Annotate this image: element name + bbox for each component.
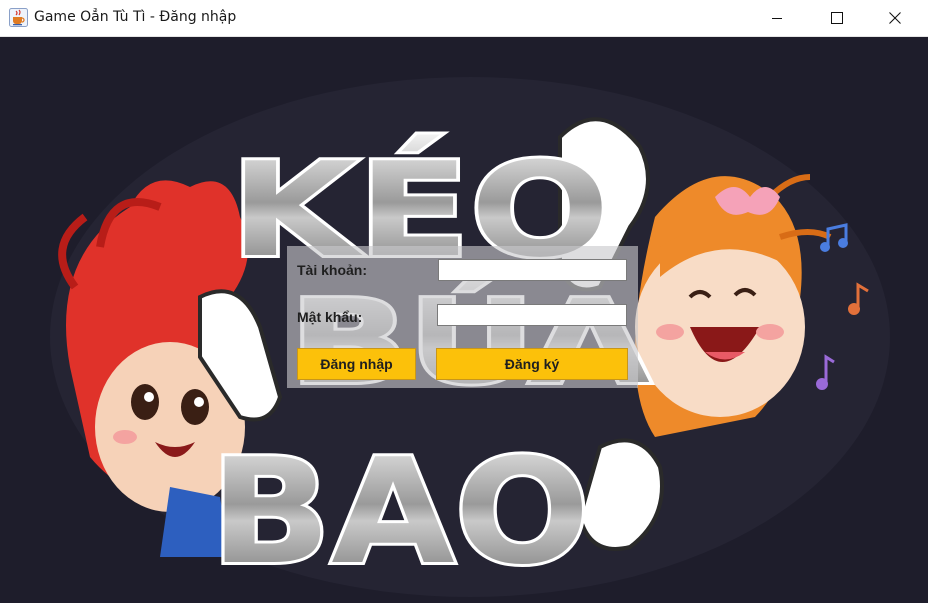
- password-label: Mật khẩu:: [297, 309, 363, 325]
- window-title: Game Oẳn Tù Tì - Đăng nhập: [34, 9, 237, 25]
- close-button[interactable]: [872, 0, 918, 36]
- maximize-button[interactable]: [814, 0, 860, 36]
- title-bar: Game Oẳn Tù Tì - Đăng nhập: [0, 0, 928, 37]
- username-label: Tài khoản:: [297, 262, 368, 278]
- maximize-icon: [831, 12, 843, 24]
- register-button[interactable]: Đăng ký: [436, 348, 628, 380]
- username-input[interactable]: [438, 259, 627, 281]
- login-button[interactable]: Đăng nhập: [297, 348, 416, 380]
- logo-line-3: BAO: [210, 428, 590, 597]
- minimize-button[interactable]: [754, 0, 800, 36]
- java-cup-icon: [9, 8, 28, 27]
- minimize-icon: [772, 18, 782, 19]
- password-input[interactable]: [437, 304, 627, 326]
- close-icon: [889, 12, 901, 24]
